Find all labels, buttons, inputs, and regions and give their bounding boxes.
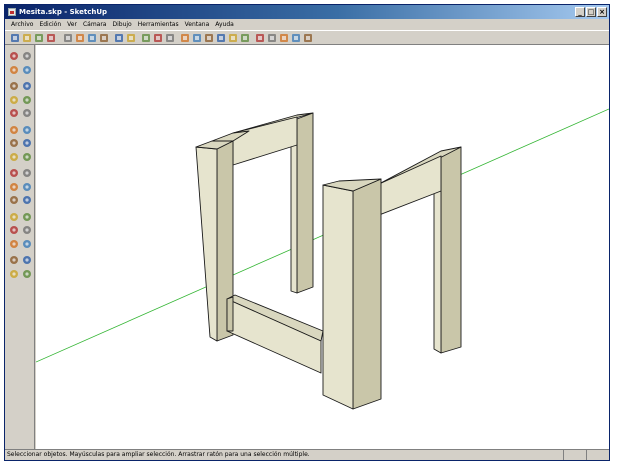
menu-dibujo[interactable]: Dibujo <box>109 19 134 30</box>
standard-toolbar <box>5 30 609 45</box>
green-axis-line <box>35 108 609 363</box>
lower-stretcher-side[interactable] <box>226 296 234 332</box>
top-view-icon[interactable] <box>192 33 202 43</box>
print-icon[interactable] <box>141 33 151 43</box>
new-file-icon[interactable] <box>22 33 32 43</box>
menu-camara[interactable]: Cámara <box>80 19 110 30</box>
right-back-leg-side[interactable] <box>440 146 462 354</box>
xray-icon[interactable] <box>255 33 265 43</box>
iso-view-icon[interactable] <box>180 33 190 43</box>
rectangle-tool-icon[interactable] <box>9 81 19 91</box>
freehand-tool-icon[interactable] <box>22 108 32 118</box>
paste-icon[interactable] <box>87 33 97 43</box>
open-icon[interactable] <box>34 33 44 43</box>
drawing-area[interactable] <box>35 45 610 451</box>
window-title: Mesita.skp - SketchUp <box>19 8 108 16</box>
paint-tool-icon[interactable] <box>22 65 32 75</box>
title-bar[interactable]: Mesita.skp - SketchUp _ □ × <box>5 5 609 19</box>
component-tool-icon[interactable] <box>22 51 32 61</box>
front-left-leg-front[interactable] <box>195 146 218 342</box>
protractor-tool-icon[interactable] <box>9 182 19 192</box>
back-view-icon[interactable] <box>228 33 238 43</box>
arc-tool-icon[interactable] <box>22 95 32 105</box>
scale-tool-icon[interactable] <box>9 152 19 162</box>
maximize-button[interactable]: □ <box>586 7 596 17</box>
help-icon[interactable] <box>165 33 175 43</box>
textured-icon[interactable] <box>303 33 313 43</box>
back-right-leg-side[interactable] <box>296 112 314 294</box>
wireframe-icon[interactable] <box>267 33 277 43</box>
minimize-button[interactable]: _ <box>575 7 585 17</box>
rotate-tool-icon[interactable] <box>9 138 19 148</box>
3d-text-tool-icon[interactable] <box>22 195 32 205</box>
right-front-leg-front[interactable] <box>322 184 354 410</box>
menu-bar: Archivo Edición Ver Cámara Dibujo Herram… <box>5 19 609 30</box>
erase-icon[interactable] <box>99 33 109 43</box>
look-around-tool-icon[interactable] <box>9 269 19 279</box>
tape-measure-tool-icon[interactable] <box>9 168 19 178</box>
undo-icon[interactable] <box>114 33 124 43</box>
menu-edicion[interactable]: Edición <box>36 19 64 30</box>
close-button[interactable]: × <box>597 7 607 17</box>
measurements-box[interactable] <box>586 450 609 460</box>
orbit-tool-icon[interactable] <box>9 212 19 222</box>
status-text: Seleccionar objetos. Mayúsculas para amp… <box>7 451 310 458</box>
pan-tool-icon[interactable] <box>22 212 32 222</box>
window-controls: _ □ × <box>575 7 607 17</box>
push-pull-tool-icon[interactable] <box>22 125 32 135</box>
follow-me-tool-icon[interactable] <box>22 138 32 148</box>
menu-ver[interactable]: Ver <box>64 19 80 30</box>
save-icon[interactable] <box>46 33 56 43</box>
lower-stretcher-front[interactable] <box>226 298 322 374</box>
axes-tool-icon[interactable] <box>9 195 19 205</box>
model-canvas[interactable] <box>35 45 610 451</box>
menu-herramientas[interactable]: Herramientas <box>135 19 182 30</box>
menu-ventana[interactable]: Ventana <box>182 19 213 30</box>
menu-ayuda[interactable]: Ayuda <box>212 19 237 30</box>
redo-icon[interactable] <box>126 33 136 43</box>
copy-icon[interactable] <box>75 33 85 43</box>
cut-icon[interactable] <box>63 33 73 43</box>
hidden-line-icon[interactable] <box>279 33 289 43</box>
text-tool-icon[interactable] <box>22 182 32 192</box>
zoom-tool-icon[interactable] <box>9 225 19 235</box>
position-camera-tool-icon[interactable] <box>9 255 19 265</box>
right-top-rail-front[interactable] <box>378 155 442 216</box>
large-tool-set <box>5 45 35 449</box>
move-tool-icon[interactable] <box>9 125 19 135</box>
dimension-tool-icon[interactable] <box>22 168 32 178</box>
line-tool-icon[interactable] <box>22 81 32 91</box>
table-frame-model[interactable] <box>195 112 462 410</box>
zoom-window-tool-icon[interactable] <box>22 225 32 235</box>
right-view-icon[interactable] <box>216 33 226 43</box>
measurements-label <box>563 450 586 460</box>
polygon-tool-icon[interactable] <box>9 108 19 118</box>
model-info-icon[interactable] <box>153 33 163 43</box>
left-view-icon[interactable] <box>240 33 250 43</box>
previous-view-tool-icon[interactable] <box>22 239 32 249</box>
walk-tool-icon[interactable] <box>22 255 32 265</box>
section-plane-tool-icon[interactable] <box>22 269 32 279</box>
front-view-icon[interactable] <box>204 33 214 43</box>
select-tool-icon[interactable] <box>9 51 19 61</box>
status-bar: Seleccionar objetos. Mayúsculas para amp… <box>5 449 609 460</box>
sketchup-app-icon[interactable] <box>8 8 16 16</box>
eraser-tool-icon[interactable] <box>9 65 19 75</box>
select-icon[interactable] <box>10 33 20 43</box>
circle-tool-icon[interactable] <box>9 95 19 105</box>
sketchup-window: Mesita.skp - SketchUp _ □ × Archivo Edic… <box>4 4 610 461</box>
shaded-icon[interactable] <box>291 33 301 43</box>
offset-tool-icon[interactable] <box>22 152 32 162</box>
zoom-extents-tool-icon[interactable] <box>9 239 19 249</box>
menu-archivo[interactable]: Archivo <box>8 19 36 30</box>
right-front-leg-side[interactable] <box>352 178 382 410</box>
